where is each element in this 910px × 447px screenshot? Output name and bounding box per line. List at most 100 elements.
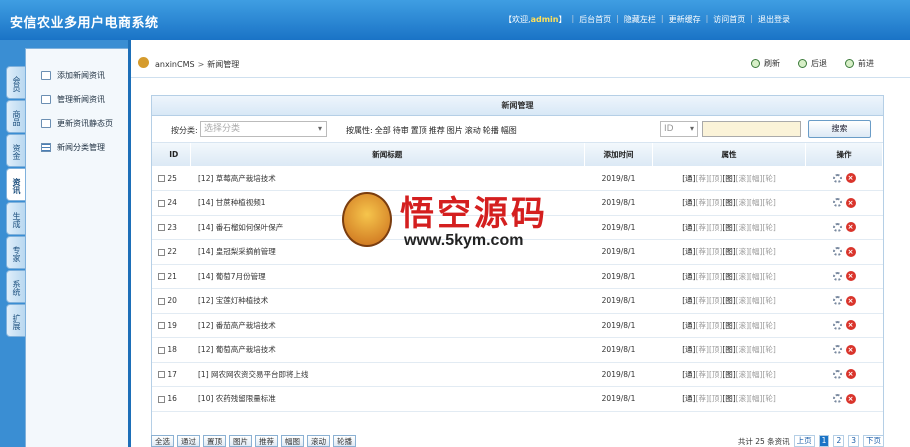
edit-gear-icon[interactable] — [832, 173, 842, 183]
attr-flag[interactable]: [通] — [682, 394, 695, 403]
attr-flag[interactable]: [荐] — [696, 174, 709, 183]
tab-member[interactable]: 会员 — [6, 66, 26, 99]
attr-carousel[interactable]: 轮播 — [483, 125, 499, 136]
attr-flag[interactable]: [滚] — [736, 198, 749, 207]
tab-extend[interactable]: 扩展 — [6, 304, 26, 337]
delete-icon[interactable]: × — [845, 295, 856, 306]
row-checkbox[interactable] — [158, 199, 165, 207]
attr-flag[interactable]: [幅] — [749, 174, 762, 183]
attr-flag[interactable]: [滚] — [736, 223, 749, 232]
row-checkbox[interactable] — [158, 395, 165, 403]
attr-flag[interactable]: [荐] — [696, 198, 709, 207]
edit-gear-icon[interactable] — [832, 369, 842, 379]
edit-gear-icon[interactable] — [832, 222, 842, 232]
attr-flag[interactable]: [顶] — [709, 198, 722, 207]
row-checkbox[interactable] — [158, 248, 165, 256]
row-title[interactable]: 番茄高产栽培技术 — [216, 321, 276, 330]
attr-flag[interactable]: [图] — [722, 272, 735, 281]
row-title[interactable]: 皇冠梨采摘前管理 — [216, 247, 276, 256]
top-link-update-cache[interactable]: 更新缓存 — [664, 14, 706, 25]
attr-flag[interactable]: [轮] — [762, 247, 775, 256]
attr-recommend[interactable]: 推荐 — [429, 125, 445, 136]
attr-pending[interactable]: 待审 — [393, 125, 409, 136]
attr-flag[interactable]: [图] — [722, 394, 735, 403]
page-3[interactable]: 3 — [848, 435, 859, 447]
edit-gear-icon[interactable] — [832, 247, 842, 257]
page-2[interactable]: 2 — [833, 435, 845, 447]
attr-flag[interactable]: [通] — [682, 321, 695, 330]
select-all-button[interactable]: 全选 — [151, 435, 174, 447]
attr-flag[interactable]: [滚] — [736, 247, 749, 256]
attr-all[interactable]: 全部 — [375, 125, 391, 136]
attr-flag[interactable]: [轮] — [762, 345, 775, 354]
delete-icon[interactable]: × — [845, 271, 856, 282]
scroll-button[interactable]: 滚动 — [307, 435, 330, 447]
attr-flag[interactable]: [轮] — [762, 198, 775, 207]
attr-flag[interactable]: [幅] — [749, 296, 762, 305]
attr-flag[interactable]: [滚] — [736, 394, 749, 403]
row-checkbox[interactable] — [158, 224, 165, 232]
attr-flag[interactable]: [顶] — [709, 370, 722, 379]
attr-flag[interactable]: [滚] — [736, 370, 749, 379]
attr-flag[interactable]: [幅] — [749, 394, 762, 403]
top-link-admin-home[interactable]: 后台首页 — [574, 14, 616, 25]
col-time[interactable]: 添加时间 — [584, 143, 653, 166]
attr-flag[interactable]: [通] — [682, 174, 695, 183]
edit-gear-icon[interactable] — [832, 271, 842, 281]
page-1[interactable]: 1 — [818, 435, 830, 447]
attr-flag[interactable]: [顶] — [709, 296, 722, 305]
attr-flag[interactable]: [顶] — [709, 272, 722, 281]
delete-icon[interactable]: × — [845, 393, 856, 404]
attr-flag[interactable]: [荐] — [696, 223, 709, 232]
row-title[interactable]: 葡萄高产栽培技术 — [216, 345, 276, 354]
attr-flag[interactable]: [顶] — [709, 345, 722, 354]
search-button[interactable]: 搜索 — [808, 120, 871, 138]
top-link-logout[interactable]: 退出登录 — [753, 14, 795, 25]
top-link-hide-sidebar[interactable]: 隐藏左栏 — [619, 14, 661, 25]
row-checkbox[interactable] — [158, 322, 165, 330]
attr-flag[interactable]: [幅] — [749, 345, 762, 354]
attr-image[interactable]: 图片 — [447, 125, 463, 136]
attr-flag[interactable]: [顶] — [709, 247, 722, 256]
breadcrumb-root[interactable]: anxinCMS — [155, 60, 195, 69]
attr-flag[interactable]: [图] — [722, 345, 735, 354]
delete-icon[interactable]: × — [845, 344, 856, 355]
refresh-button[interactable]: 刷新 — [751, 58, 780, 69]
next-page[interactable]: 下页 — [863, 435, 884, 447]
attr-flag[interactable]: [荐] — [696, 296, 709, 305]
delete-icon[interactable]: × — [845, 197, 856, 208]
row-checkbox[interactable] — [158, 273, 165, 281]
pin-button[interactable]: 置顶 — [203, 435, 226, 447]
attr-flag[interactable]: [图] — [722, 223, 735, 232]
attr-flag[interactable]: [荐] — [696, 345, 709, 354]
attr-flag[interactable]: [通] — [682, 198, 695, 207]
attr-flag[interactable]: [滚] — [736, 174, 749, 183]
attr-flag[interactable]: [幅] — [749, 272, 762, 281]
row-title[interactable]: 宝莲灯种植技术 — [216, 296, 269, 305]
tab-news[interactable]: 资讯 — [6, 168, 26, 201]
attr-flag[interactable]: [荐] — [696, 321, 709, 330]
row-title[interactable]: 葡萄7月份管理 — [216, 272, 266, 281]
attr-flag[interactable]: [幅] — [749, 321, 762, 330]
attr-flag[interactable]: [轮] — [762, 370, 775, 379]
edit-gear-icon[interactable] — [832, 394, 842, 404]
attr-flag[interactable]: [通] — [682, 223, 695, 232]
row-checkbox[interactable] — [158, 346, 165, 354]
search-field-select[interactable]: ID — [660, 121, 698, 137]
attr-flag[interactable]: [顶] — [709, 394, 722, 403]
attr-flag[interactable]: [幅] — [749, 198, 762, 207]
menu-news-category[interactable]: 新闻分类管理 — [26, 135, 128, 159]
row-checkbox[interactable] — [158, 175, 165, 182]
attr-flag[interactable]: [通] — [682, 345, 695, 354]
menu-add-news[interactable]: 添加新闻资讯 — [26, 63, 128, 87]
tab-generate[interactable]: 生成 — [6, 202, 26, 235]
edit-gear-icon[interactable] — [832, 296, 842, 306]
forward-button[interactable]: 前进 — [845, 58, 874, 69]
attr-flag[interactable]: [轮] — [762, 174, 775, 183]
attr-flag[interactable]: [轮] — [762, 321, 775, 330]
attr-flag[interactable]: [通] — [682, 296, 695, 305]
row-title[interactable]: 草莓高产栽培技术 — [216, 174, 276, 183]
attr-flag[interactable]: [幅] — [749, 223, 762, 232]
attr-flag[interactable]: [轮] — [762, 296, 775, 305]
delete-icon[interactable]: × — [845, 173, 856, 183]
